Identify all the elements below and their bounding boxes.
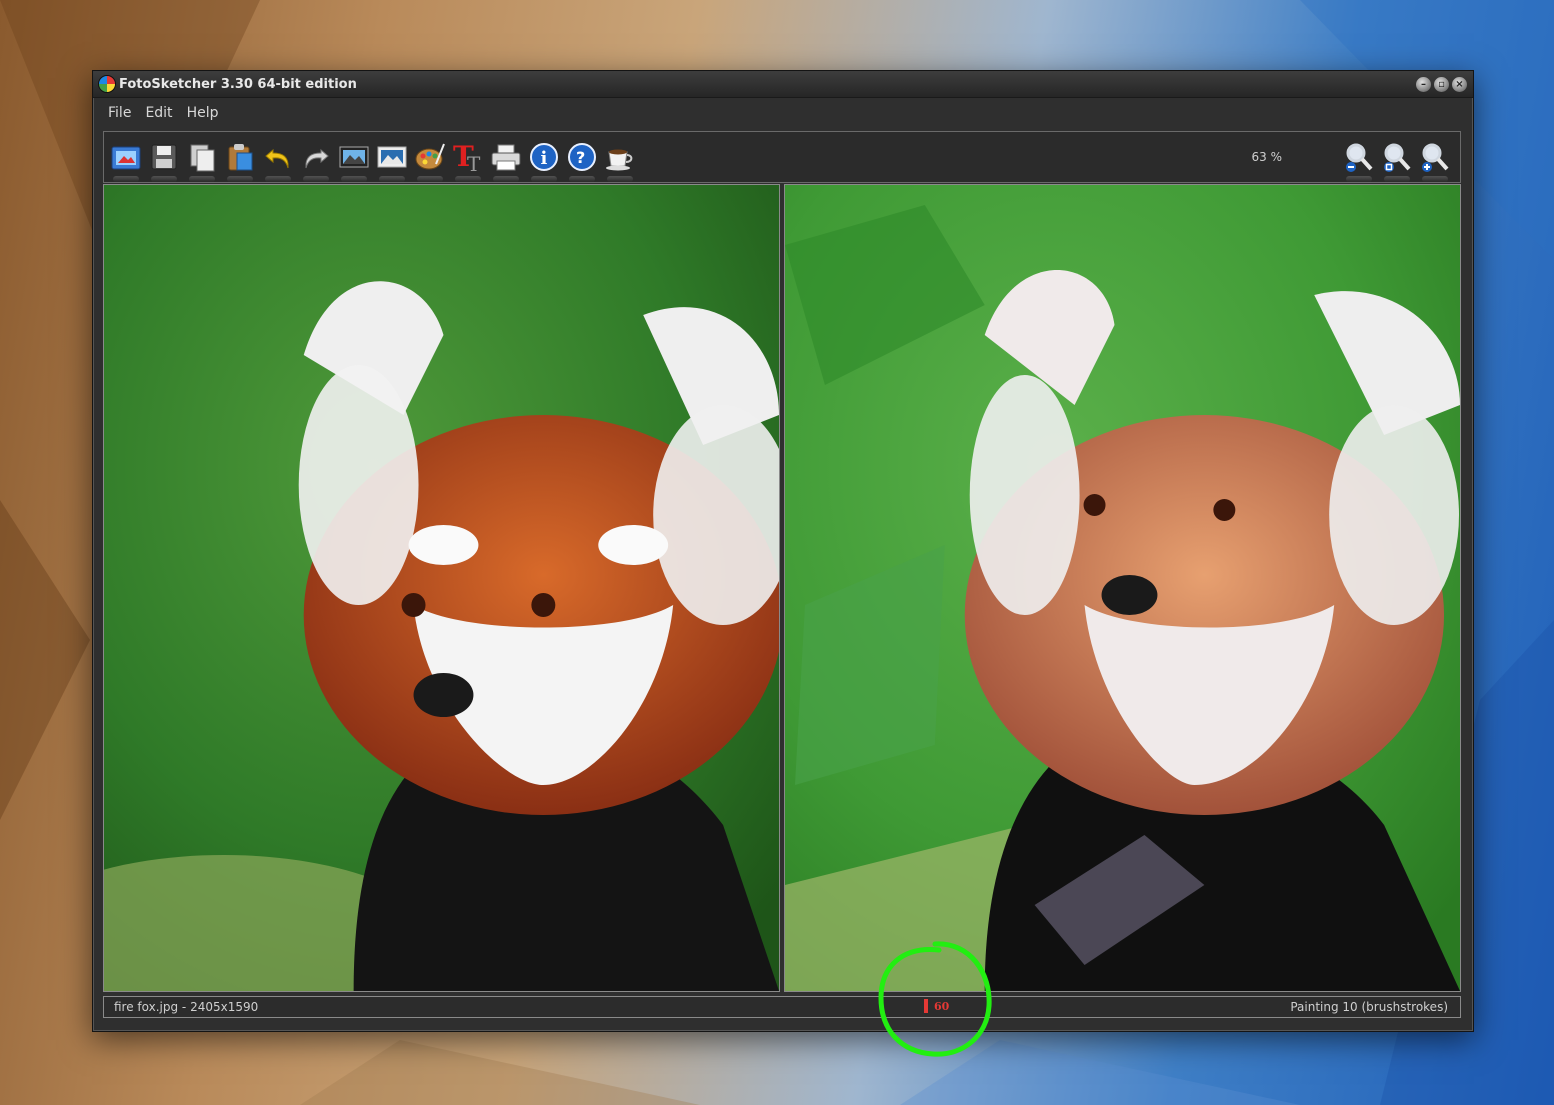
menu-edit[interactable]: Edit xyxy=(140,102,177,124)
window-title: FotoSketcher 3.30 64-bit edition xyxy=(119,76,357,92)
image-panes xyxy=(103,184,1461,992)
result-image-button[interactable] xyxy=(375,140,409,182)
donate-coffee-icon xyxy=(606,149,633,171)
app-logo-icon xyxy=(99,76,115,92)
source-image-button[interactable] xyxy=(337,140,371,182)
svg-text:?: ? xyxy=(576,148,585,167)
print-icon xyxy=(491,144,521,171)
effect-name: Painting 10 (brushstrokes) xyxy=(1290,1000,1448,1014)
open-image-icon xyxy=(111,146,141,170)
undo-button[interactable] xyxy=(261,140,295,182)
paste-button[interactable] xyxy=(223,140,257,182)
save-button[interactable] xyxy=(147,140,181,182)
menu-help[interactable]: Help xyxy=(182,102,224,124)
help-icon: ? xyxy=(568,143,596,171)
copy-icon xyxy=(190,144,215,172)
zoom-fit-button[interactable] xyxy=(1380,140,1414,182)
info-button[interactable]: i xyxy=(527,140,561,182)
help-button[interactable]: ? xyxy=(565,140,599,182)
file-info: fire fox.jpg - 2405x1590 xyxy=(114,1000,259,1014)
palette-icon xyxy=(415,143,445,170)
text-button[interactable]: T T xyxy=(451,140,485,182)
zoom-out-icon xyxy=(1346,143,1373,172)
print-button[interactable] xyxy=(489,140,523,182)
result-image-pane[interactable] xyxy=(784,184,1461,992)
redo-button[interactable] xyxy=(299,140,333,182)
minimize-button[interactable]: – xyxy=(1416,76,1431,92)
source-image-pane[interactable] xyxy=(103,184,780,992)
zoom-in-icon xyxy=(1422,143,1449,172)
undo-icon xyxy=(265,148,289,169)
menu-file[interactable]: File xyxy=(103,102,136,124)
zoom-fit-icon xyxy=(1384,143,1411,172)
toolbar: T T i ? 63 % xyxy=(103,131,1461,183)
redo-icon xyxy=(305,148,329,169)
zoom-in-button[interactable] xyxy=(1418,140,1452,182)
save-icon xyxy=(151,144,177,170)
menu-bar: File Edit Help xyxy=(93,98,1473,128)
open-image-button[interactable] xyxy=(109,140,143,182)
app-window: FotoSketcher 3.30 64-bit edition – ▫ × F… xyxy=(92,70,1474,1032)
maximize-button[interactable]: ▫ xyxy=(1434,76,1449,92)
highlight-circle-annotation xyxy=(878,941,992,1057)
red-panda-photo xyxy=(104,185,779,991)
donate-button[interactable] xyxy=(603,140,637,182)
zoom-level: 63 % xyxy=(1251,150,1283,164)
title-bar[interactable]: FotoSketcher 3.30 64-bit edition – ▫ × xyxy=(93,71,1473,98)
status-bar: fire fox.jpg - 2405x1590 60 Painting 10 … xyxy=(103,996,1461,1018)
text-icon: T T xyxy=(453,141,481,173)
result-image-icon xyxy=(377,146,407,168)
svg-text:i: i xyxy=(541,148,548,169)
palette-button[interactable] xyxy=(413,140,447,182)
copy-button[interactable] xyxy=(185,140,219,182)
red-panda-painting xyxy=(785,185,1460,991)
svg-text:T: T xyxy=(467,152,481,173)
paste-icon xyxy=(228,144,253,171)
zoom-out-button[interactable] xyxy=(1342,140,1376,182)
close-button[interactable]: × xyxy=(1452,76,1467,92)
source-image-icon xyxy=(339,146,369,168)
info-icon: i xyxy=(530,143,558,171)
